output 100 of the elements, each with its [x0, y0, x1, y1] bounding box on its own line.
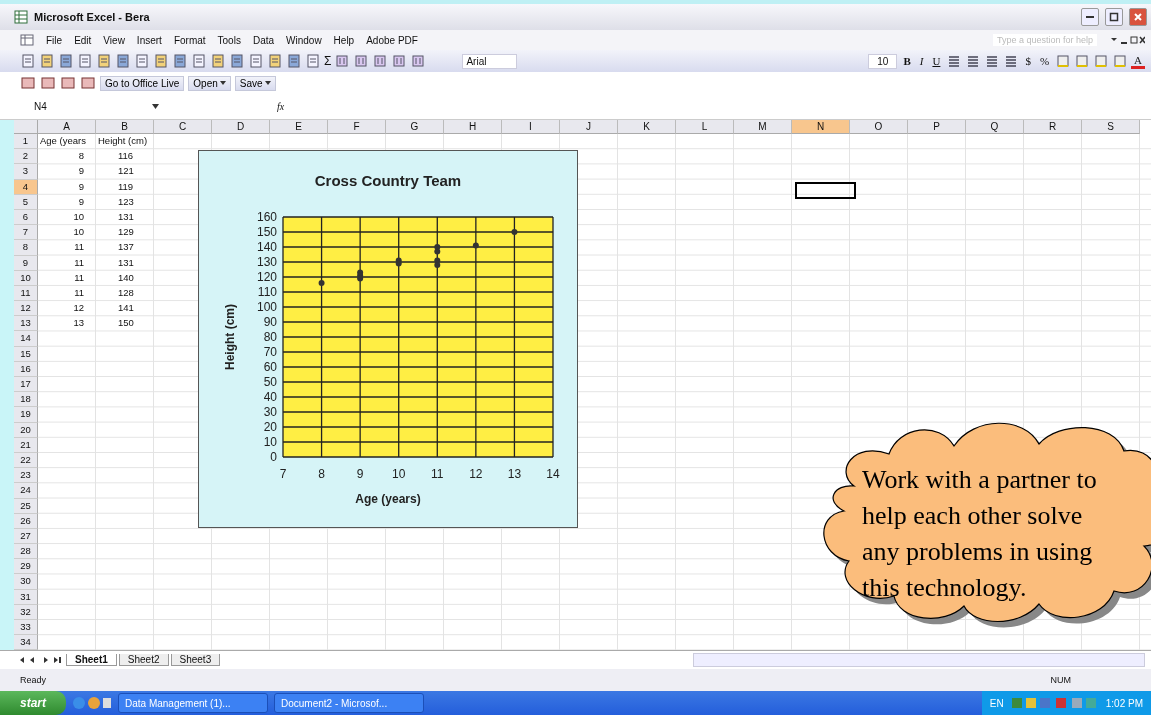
column-header[interactable]: F: [328, 120, 386, 134]
menu-item[interactable]: Format: [173, 34, 206, 46]
row-header[interactable]: 30: [14, 574, 38, 590]
table-cell-text: 11: [73, 240, 85, 255]
font-size-field[interactable]: 10: [868, 53, 898, 69]
chart[interactable]: Cross Country Team 0 10 20 30 40 50 60 70 80 90 100 110 120 130 140 150 160 7 8 9 10 11 12 13 14 Age (years) Height (cm): [198, 150, 578, 528]
clock: 1:02 PM: [1105, 697, 1143, 709]
table-cell-text: 140: [117, 270, 134, 285]
column-header[interactable]: M: [734, 120, 792, 134]
menu-item[interactable]: Adobe PDF: [366, 34, 418, 46]
row-header[interactable]: 3: [14, 164, 38, 180]
column-header[interactable]: K: [618, 120, 676, 134]
table-cell-text: 131: [117, 255, 134, 270]
row-header[interactable]: 18: [14, 392, 38, 408]
italic-button[interactable]: I: [916, 55, 927, 67]
percent-button[interactable]: %: [1036, 55, 1053, 67]
row-header[interactable]: 14: [14, 331, 38, 347]
column-header[interactable]: P: [908, 120, 966, 134]
y-tick-label: 20: [263, 420, 277, 434]
table-cell-text: 141: [117, 301, 134, 316]
x-tick-label: 10: [392, 467, 406, 481]
x-tick-label: 11: [431, 467, 444, 481]
font-color-button[interactable]: A: [1131, 53, 1145, 69]
chart-title: Cross Country Team: [314, 172, 462, 189]
row-header[interactable]: 23: [14, 468, 38, 484]
table-cell-text: 129: [117, 225, 134, 240]
row-header[interactable]: 33: [14, 620, 38, 636]
x-tick-label: 12: [469, 467, 483, 481]
row-header[interactable]: 24: [14, 483, 38, 499]
column-header[interactable]: Q: [966, 120, 1024, 134]
column-header[interactable]: S: [1082, 120, 1140, 134]
row-header[interactable]: 12: [14, 301, 38, 317]
table-cell-text: 11: [73, 270, 85, 285]
sheet-tab[interactable]: Sheet2: [118, 654, 169, 666]
menu-item[interactable]: File: [46, 34, 63, 46]
name-box[interactable]: N4: [20, 101, 144, 112]
column-header[interactable]: C: [154, 120, 212, 134]
menu-item[interactable]: Data: [252, 34, 275, 46]
row-header[interactable]: 19: [14, 407, 38, 423]
menu-item[interactable]: View: [103, 34, 125, 46]
table-cell-text: 10: [72, 225, 85, 240]
callout-text: Work with a partner to help each other solve any problems in using this technology.: [862, 464, 1097, 604]
currency-button[interactable]: $: [1022, 55, 1034, 67]
row-header[interactable]: 29: [14, 559, 38, 575]
menu-item[interactable]: Edit: [74, 34, 92, 46]
row-header[interactable]: 1: [14, 134, 38, 150]
table-cell-text: Height (cm): [97, 134, 148, 148]
y-axis-label: Height (cm): [223, 304, 237, 370]
taskbar-item[interactable]: Data Management (1)...: [118, 693, 268, 713]
taskbar-item[interactable]: Document2 - Microsof...: [274, 693, 424, 713]
x-tick-label: 13: [507, 467, 522, 481]
save-button[interactable]: Save: [234, 75, 276, 91]
column-header[interactable]: B: [96, 120, 154, 134]
y-tick-label: 60: [263, 360, 277, 374]
row-header[interactable]: 8: [14, 240, 38, 256]
table-cell-text: 9: [77, 164, 85, 179]
menu-item[interactable]: Tools: [217, 34, 241, 46]
x-axis-label: Age (years): [355, 492, 421, 506]
y-tick-label: 140: [256, 240, 277, 254]
sheet-tab[interactable]: Sheet3: [170, 654, 221, 666]
bold-button[interactable]: B: [900, 55, 914, 67]
status-text: Ready: [20, 675, 46, 685]
underline-button[interactable]: U: [929, 55, 944, 67]
column-header[interactable]: R: [1024, 120, 1082, 134]
column-header[interactable]: A: [38, 120, 96, 134]
table-cell-text: 8: [77, 149, 85, 164]
y-tick-label: 160: [256, 210, 277, 224]
menu-item[interactable]: Window: [286, 34, 322, 46]
column-header[interactable]: O: [850, 120, 908, 134]
office-live-button[interactable]: Go to Office Live: [100, 75, 185, 91]
font-name-field[interactable]: Arial: [462, 53, 518, 69]
table-cell-text: 131: [117, 209, 134, 224]
sheet-tab[interactable]: Sheet1: [66, 654, 117, 666]
menu-item[interactable]: Insert: [136, 34, 162, 46]
column-header[interactable]: G: [386, 120, 444, 134]
row-header[interactable]: 17: [14, 377, 38, 393]
table-cell-text: 13: [72, 316, 85, 331]
row-header[interactable]: 13: [14, 316, 38, 332]
table-cell-text: 119: [117, 179, 134, 194]
row-header[interactable]: 7: [14, 225, 38, 241]
column-header[interactable]: J: [560, 120, 618, 134]
table-cell-text: 128: [117, 285, 134, 300]
table-cell-text: 9: [77, 179, 85, 194]
column-header[interactable]: D: [212, 120, 270, 134]
row-header[interactable]: 28: [14, 544, 38, 560]
open-button[interactable]: Open: [188, 75, 231, 91]
column-header[interactable]: N: [792, 120, 850, 134]
function-label[interactable]: fx: [277, 101, 285, 112]
menu-item[interactable]: Help: [333, 34, 355, 46]
y-tick-label: 100: [256, 300, 277, 314]
y-tick-label: 130: [256, 255, 277, 269]
column-header[interactable]: H: [444, 120, 502, 134]
row-header[interactable]: 34: [14, 635, 38, 650]
column-header[interactable]: I: [502, 120, 560, 134]
y-tick-label: 150: [256, 225, 277, 239]
column-header[interactable]: L: [676, 120, 734, 134]
column-header[interactable]: E: [270, 120, 328, 134]
row-header[interactable]: 2: [14, 149, 38, 165]
autosum-button[interactable]: Σ: [324, 54, 332, 68]
x-tick-label: 9: [356, 467, 364, 481]
